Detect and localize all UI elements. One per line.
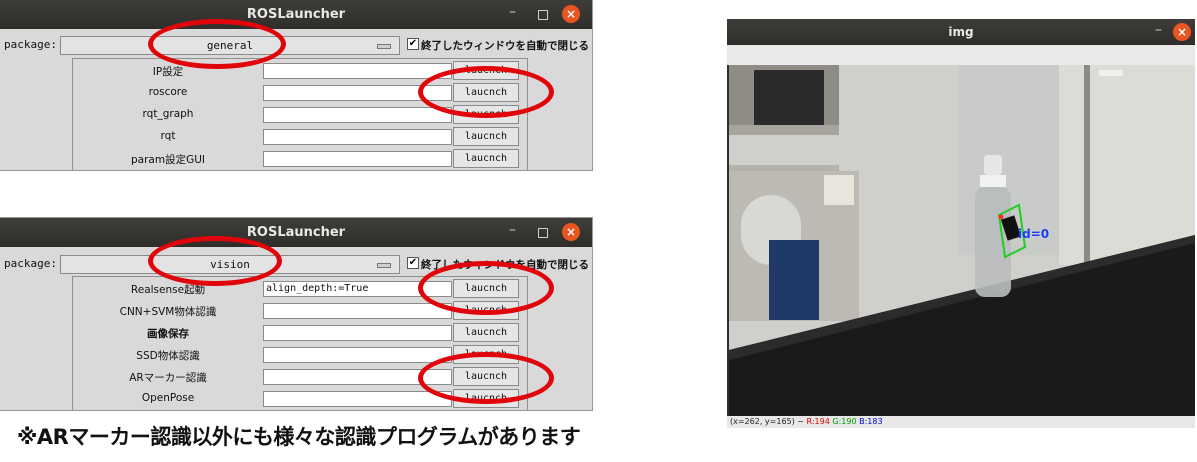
launch-args-input[interactable] — [263, 129, 452, 145]
launch-args-input[interactable] — [263, 151, 452, 167]
launch-label: rqt_graph — [142, 108, 194, 120]
launch-label: IP設定 — [152, 66, 184, 78]
launch-args-input[interactable] — [263, 369, 452, 385]
launch-button[interactable]: laucnch — [453, 345, 519, 364]
launch-list: IP設定 laucnch roscore laucnch rqt_graph l… — [72, 58, 528, 170]
launch-row: 画像保存 laucnch — [73, 321, 527, 343]
launch-button[interactable]: laucnch — [453, 127, 519, 146]
launch-label: Realsense起動 — [130, 284, 206, 296]
launch-list: Realsense起動 align_depth:=True laucnch CN… — [72, 276, 528, 410]
launch-row: OpenPose laucnch — [73, 387, 527, 409]
launch-row: rqt_graph laucnch — [73, 103, 527, 125]
auto-close-checkbox[interactable]: ✔ — [407, 38, 419, 50]
launch-args-input[interactable] — [263, 85, 452, 101]
close-icon[interactable]: × — [562, 223, 580, 241]
launch-button[interactable]: laucnch — [453, 149, 519, 168]
launch-row: ARマーカー認識 laucnch — [73, 365, 527, 387]
launch-button[interactable]: laucnch — [453, 279, 519, 298]
launch-button[interactable]: laucnch — [453, 105, 519, 124]
dropdown-arrow-icon — [377, 263, 391, 268]
launch-args-input[interactable]: align_depth:=True — [263, 281, 452, 297]
auto-close-label: 終了したウィンドウを自動で閉じる — [421, 259, 589, 271]
roslauncher-window-vision: ROSLauncher – × package: vision ✔ 終了したウィ… — [0, 218, 592, 410]
launch-args-input[interactable] — [263, 107, 452, 123]
camera-image: id=0 — [729, 65, 1195, 416]
launch-label: param設定GUI — [131, 154, 205, 166]
launch-label: CNN+SVM物体認識 — [119, 306, 217, 318]
launch-row: rqt laucnch — [73, 125, 527, 147]
package-select-value: vision — [210, 258, 250, 271]
maximize-icon[interactable] — [538, 228, 548, 238]
package-select-value: general — [206, 39, 254, 52]
launch-button[interactable]: laucnch — [453, 367, 519, 386]
image-viewer-window: img – × id=0 (x=262, y=165) ~ R:194 G:19… — [727, 19, 1195, 428]
pixel-r-value: R:194 — [806, 417, 830, 426]
cursor-coords: (x=262, y=165) ~ — [730, 417, 804, 426]
window-title: img — [948, 25, 974, 39]
launch-args-input[interactable] — [263, 63, 452, 79]
launch-button[interactable]: laucnch — [453, 389, 519, 408]
close-icon[interactable]: × — [1173, 23, 1191, 41]
package-select[interactable]: general — [60, 36, 400, 55]
title-bar[interactable]: ROSLauncher – × — [0, 218, 592, 247]
launch-row: param設定GUI laucnch — [73, 147, 527, 169]
pixel-g-value: G:190 — [832, 417, 857, 426]
auto-close-label: 終了したウィンドウを自動で閉じる — [421, 40, 589, 52]
package-row: package: vision ✔ 終了したウィンドウを自動で閉じる — [0, 254, 592, 274]
marker-id-label: id=0 — [1018, 227, 1049, 241]
close-icon[interactable]: × — [562, 5, 580, 23]
window-title: ROSLauncher — [246, 7, 346, 22]
launch-label: OpenPose — [141, 392, 195, 404]
package-row: package: general ✔ 終了したウィンドウを自動で閉じる — [0, 35, 592, 55]
dropdown-arrow-icon — [377, 44, 391, 49]
title-bar[interactable]: ROSLauncher – × — [0, 0, 592, 29]
status-bar: (x=262, y=165) ~ R:194 G:190 B:183 — [727, 416, 1195, 428]
launch-args-input[interactable] — [263, 391, 452, 407]
package-label: package: — [4, 38, 57, 51]
launch-button[interactable]: laucnch — [453, 61, 519, 80]
package-label: package: — [4, 257, 57, 270]
title-bar[interactable]: img – × — [727, 19, 1195, 45]
launch-button[interactable]: laucnch — [453, 301, 519, 320]
auto-close-checkbox[interactable]: ✔ — [407, 257, 419, 269]
launch-args-input[interactable] — [263, 303, 452, 319]
launch-label: 画像保存 — [147, 328, 189, 340]
roslauncher-window-general: ROSLauncher – × package: general ✔ 終了したウ… — [0, 0, 592, 170]
pixel-b-value: B:183 — [859, 417, 883, 426]
launch-label: ARマーカー認識 — [129, 372, 207, 384]
launch-label: roscore — [148, 86, 188, 98]
launch-row: CNN+SVM物体認識 laucnch — [73, 299, 527, 321]
caption-note: ※ARマーカー認識以外にも様々な認識プログラムがあります — [17, 425, 581, 449]
window-title: ROSLauncher — [246, 225, 346, 240]
minimize-icon[interactable]: – — [1155, 22, 1162, 38]
launch-button[interactable]: laucnch — [453, 83, 519, 102]
maximize-icon[interactable] — [538, 10, 548, 20]
launch-row: Realsense起動 align_depth:=True laucnch — [73, 277, 527, 299]
launch-label: SSD物体認識 — [136, 350, 200, 362]
launch-row: roscore laucnch — [73, 81, 527, 103]
launch-label: rqt — [160, 130, 176, 142]
launch-button[interactable]: laucnch — [453, 323, 519, 342]
package-select[interactable]: vision — [60, 255, 400, 274]
launch-row: IP設定 laucnch — [73, 59, 527, 81]
launch-row: SSD物体認識 laucnch — [73, 343, 527, 365]
minimize-icon[interactable]: – — [509, 222, 516, 238]
launch-args-input[interactable] — [263, 347, 452, 363]
minimize-icon[interactable]: – — [509, 4, 516, 20]
launch-args-input[interactable] — [263, 325, 452, 341]
toolbar-strip — [727, 45, 1195, 65]
